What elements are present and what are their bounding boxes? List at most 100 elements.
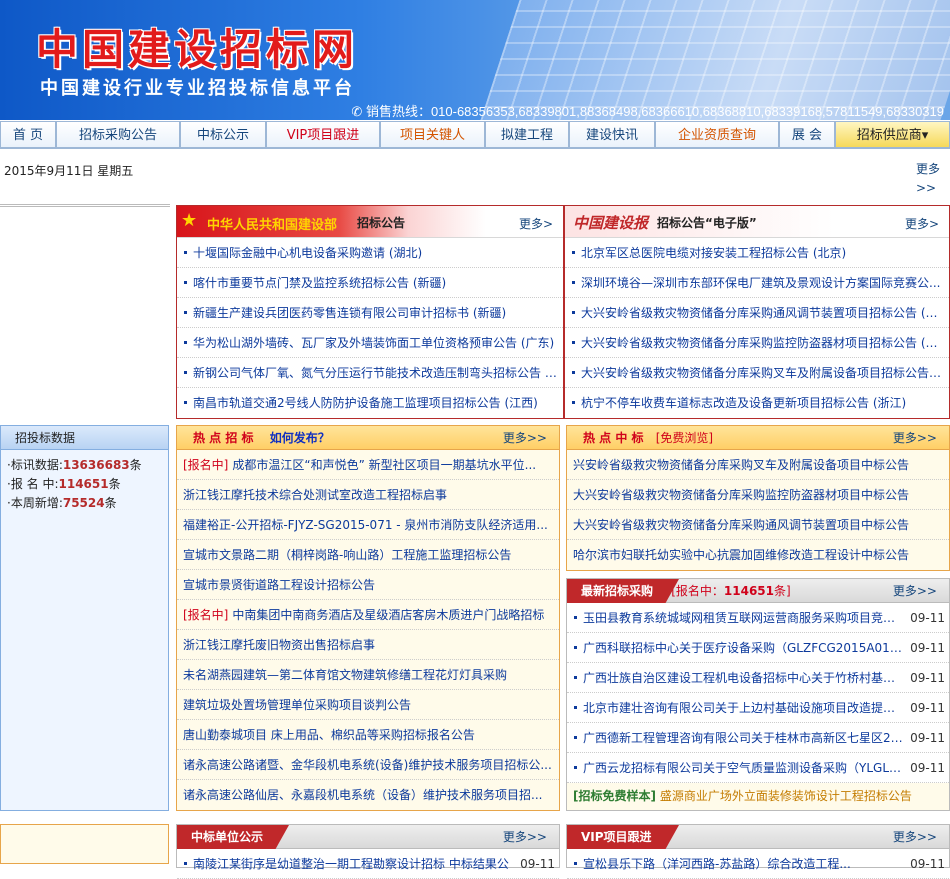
list-item[interactable]: 诸永高速公路仙居、永嘉段机电系统（设备）维护技术服务项目招...: [177, 780, 559, 810]
nav-exhibition[interactable]: 展 会: [779, 121, 835, 148]
site-logo-title[interactable]: 中国建设招标网: [36, 16, 358, 77]
list-item[interactable]: 福建裕正-公开招标-FJYZ-SG2015-071 - 泉州市消防支队经济适用.…: [177, 510, 559, 540]
more-link[interactable]: 更多>: [519, 215, 553, 232]
item-title: 广西德新工程管理咨询有限公司关于桂林市高新区七星区20...: [583, 731, 910, 745]
list-item[interactable]: 大兴安岭省级救灾物资储备分库采购通风调节装置项目中标公告: [567, 510, 949, 540]
nav-key-persons[interactable]: 项目关键人: [380, 121, 485, 148]
panel-title: 最新招标采购: [581, 584, 654, 598]
hotline-text: 销售热线：010-68356353,68339801,88368498,6836…: [365, 104, 944, 119]
item-title: 宣城市文景路二期（桐梓岗路-响山路）工程施工监理招标公告: [183, 548, 512, 562]
panel-header: 热 点 招 标 如何发布？ 更多>>: [177, 426, 559, 450]
list-item[interactable]: 南陵江某街序是幼道整治一期工程勘察设计招标 中标结果公 09-11: [177, 849, 559, 879]
panel-title: 招投标数据: [1, 426, 168, 450]
panel-title: 中标单位公示: [191, 830, 264, 844]
panel-title: 中华人民共和国建设部: [207, 218, 338, 233]
nav-suppliers-dropdown[interactable]: 招标供应商▾: [835, 121, 950, 148]
more-link[interactable]: 更多>>: [893, 426, 937, 450]
item-title: 福建裕正-公开招标-FJYZ-SG2015-071 - 泉州市消防支队经济适用.…: [183, 518, 548, 532]
list-item[interactable]: 宣松县乐下路（洋河西路-苏盐路）综合改造工程... 09-11: [567, 849, 949, 879]
panel-title: 招标公告“电子版”: [657, 216, 757, 230]
more-link[interactable]: 更多>>: [503, 426, 547, 450]
list-item[interactable]: [报名中] 中南集团中南商务酒店及星级酒店客房木质进户门战略招标: [177, 600, 559, 630]
current-date: 2015年9月11日 星期五: [4, 164, 134, 178]
more-link[interactable]: 更多>: [905, 215, 939, 232]
list-item[interactable]: 北京军区总医院电缆对接安装工程招标公告 (北京): [565, 238, 949, 268]
list-item[interactable]: 广西科联招标中心关于医疗设备采购（GLZFCG2015A0182... 09-11: [567, 633, 949, 663]
list-item[interactable]: 大兴安岭省级救灾物资储备分库采购通风调节装置项目招标公告 (黑...: [565, 298, 949, 328]
free-sample-tag: [招标免费样本]: [573, 789, 656, 803]
list-item[interactable]: 大兴安岭省级救灾物资储备分库采购监控防盗器材项目中标公告: [567, 480, 949, 510]
item-title: 未名湖燕园建筑—第二体育馆文物建筑修缮工程花灯灯具采购: [183, 668, 508, 682]
list-item[interactable]: 宣城市景贤街道路工程设计招标公告: [177, 570, 559, 600]
panel-header: ★ 中华人民共和国建设部 招标公告 更多>: [177, 206, 563, 238]
item-title: 建筑垃圾处置场管理单位采购项目谈判公告: [183, 698, 412, 712]
list-item[interactable]: 大兴安岭省级救灾物资储备分库采购监控防盗器材项目招标公告 (黑...: [565, 328, 949, 358]
list-item[interactable]: [报名中] 成都市温江区“和声悦色” 新型社区项目一期基坑水平位...: [177, 450, 559, 480]
nav-planned-projects[interactable]: 拟建工程: [485, 121, 569, 148]
stat-weekly-new: ·本周新增:75524条: [7, 496, 117, 510]
list-item[interactable]: 广西德新工程管理咨询有限公司关于桂林市高新区七星区20... 09-11: [567, 723, 949, 753]
list-item[interactable]: 广西壮族自治区建设工程机电设备招标中心关于竹桥村基础... 09-11: [567, 663, 949, 693]
list-item[interactable]: 十堰国际金融中心机电设备采购邀请 (湖北): [177, 238, 563, 268]
item-title: 成都市温江区“和声悦色” 新型社区项目一期基坑水平位...: [232, 458, 537, 472]
left-bottom-panel: [0, 824, 169, 864]
list-item[interactable]: 浙江钱江摩托技术综合处测试室改造工程招标启事: [177, 480, 559, 510]
star-icon: ★: [181, 210, 198, 231]
list-item[interactable]: 浙江钱江摩托废旧物资出售招标启事: [177, 630, 559, 660]
item-title: 广西科联招标中心关于医疗设备采购（GLZFCG2015A0182...: [583, 641, 917, 655]
panel-subtitle: 招标公告: [357, 216, 406, 230]
list-item[interactable]: 新钢公司气体厂氧、氮气分压运行节能技术改造压制弯头招标公告 (...: [177, 358, 563, 388]
bid-stats-panel: 招投标数据 ·标讯数据:13636683条 ·报 名 中:114651条 ·本周…: [0, 425, 169, 811]
list-item[interactable]: 新疆生产建设兵团医药零售连锁有限公司审计招标书 (新疆): [177, 298, 563, 328]
item-title: 北京市建壮咨询有限公司关于上边村基础设施项目改造提升...: [583, 701, 907, 715]
nav-award-notices[interactable]: 中标公示: [180, 121, 266, 148]
item-date: 09-11: [910, 761, 945, 775]
nav-vip-projects[interactable]: VIP项目跟进: [266, 121, 380, 148]
list-item[interactable]: 南昌市轨道交通2号线人防防护设备施工监理项目招标公告 (江西): [177, 388, 563, 418]
item-date: 09-11: [910, 731, 945, 745]
how-to-publish-link[interactable]: 如何发布？: [270, 431, 330, 445]
list-item[interactable]: 华为松山湖外墙砖、瓦厂家及外墙装饰面工单位资格预审公告 (广东): [177, 328, 563, 358]
list-item[interactable]: 未名湖燕园建筑—第二体育馆文物建筑修缮工程花灯灯具采购: [177, 660, 559, 690]
list-item[interactable]: 建筑垃圾处置场管理单位采购项目谈判公告: [177, 690, 559, 720]
divider: [0, 204, 170, 210]
list-item[interactable]: 深圳环境谷—深圳市东部环保电厂建筑及景观设计方案国际竞赛公...: [565, 268, 949, 298]
list-item[interactable]: 兴安岭省级救灾物资储备分库采购叉车及附属设备项目中标公告: [567, 450, 949, 480]
hot-awards-panel: 热 点 中 标 [免费浏览] 更多>> 兴安岭省级救灾物资储备分库采购叉车及附属…: [566, 425, 950, 571]
more-link[interactable]: 更多>>: [893, 825, 937, 849]
list-item[interactable]: 宣城市文景路二期（桐梓岗路-响山路）工程施工监理招标公告: [177, 540, 559, 570]
item-date: 09-11: [910, 671, 945, 685]
list-item[interactable]: 哈尔滨市妇联托幼实验中心抗震加固维修改造工程设计中标公告: [567, 540, 949, 570]
nav-news[interactable]: 建设快讯: [569, 121, 655, 148]
nav-qualification-query[interactable]: 企业资质查询: [655, 121, 779, 148]
site-logo-subtitle: 中国建设行业专业招投标信息平台: [40, 78, 355, 99]
list-item[interactable]: 玉田县教育系统城域网租赁互联网运营商服务采购项目竞争... 09-11: [567, 603, 949, 633]
item-title: 广西云龙招标有限公司关于空气质量监测设备采购（YLGLG...: [583, 761, 910, 775]
list-item[interactable]: 喀什市重要节点门禁及监控系统招标公告 (新疆): [177, 268, 563, 298]
more-link[interactable]: 更多>>: [503, 825, 547, 849]
panel-header: 热 点 中 标 [免费浏览] 更多>>: [567, 426, 949, 450]
free-sample-row[interactable]: [招标免费样本] 盛源商业广场外立面装修装饰设计工程招标公告: [567, 783, 949, 809]
more-link[interactable]: 更多>>: [893, 579, 937, 603]
status-tag: [报名中]: [183, 458, 229, 472]
list-item[interactable]: 唐山勤泰城项目 床上用品、棉织品等采购招标报名公告: [177, 720, 559, 750]
list-item[interactable]: 杭宁不停车收费车道标志改造及设备更新项目招标公告 (浙江): [565, 388, 949, 418]
main-nav: 首 页 招标采购公告 中标公示 VIP项目跟进 项目关键人 拟建工程 建设快讯 …: [0, 121, 950, 149]
nav-home[interactable]: 首 页: [0, 121, 56, 148]
nav-bid-notices[interactable]: 招标采购公告: [56, 121, 180, 148]
list-item[interactable]: 北京市建壮咨询有限公司关于上边村基础设施项目改造提升... 09-11: [567, 693, 949, 723]
phone-icon: ✆: [351, 104, 366, 119]
sales-hotline: ✆ 销售热线：010-68356353,68339801,88368498,68…: [351, 101, 944, 120]
list-item[interactable]: 广西云龙招标有限公司关于空气质量监测设备采购（YLGLG... 09-11: [567, 753, 949, 783]
item-title: 广西壮族自治区建设工程机电设备招标中心关于竹桥村基础...: [583, 671, 907, 685]
free-browse-link[interactable]: [免费浏览]: [656, 431, 713, 445]
more-link-top[interactable]: 更多>>: [916, 160, 946, 198]
panel-header: 最新招标采购 [报名中：114651条] 更多>>: [567, 579, 949, 603]
panel-title: 热 点 中 标: [583, 431, 644, 445]
list-item[interactable]: 大兴安岭省级救灾物资储备分库采购叉车及附属设备项目招标公告 (...: [565, 358, 949, 388]
item-title: 诸永高速公路仙居、永嘉段机电系统（设备）维护技术服务项目招...: [183, 788, 543, 802]
ministry-notices-panel: ★ 中华人民共和国建设部 招标公告 更多> 十堰国际金融中心机电设备采购邀请 (…: [176, 205, 564, 419]
site-header: 中国建设招标网 中国建设行业专业招投标信息平台 ✆ 销售热线：010-68356…: [0, 0, 950, 120]
list-item[interactable]: 诸永高速公路诸暨、金华段机电系统(设备)维护技术服务项目招标公...: [177, 750, 559, 780]
latest-bids-panel: 最新招标采购 [报名中：114651条] 更多>> 玉田县教育系统城域网租赁互联…: [566, 578, 950, 811]
